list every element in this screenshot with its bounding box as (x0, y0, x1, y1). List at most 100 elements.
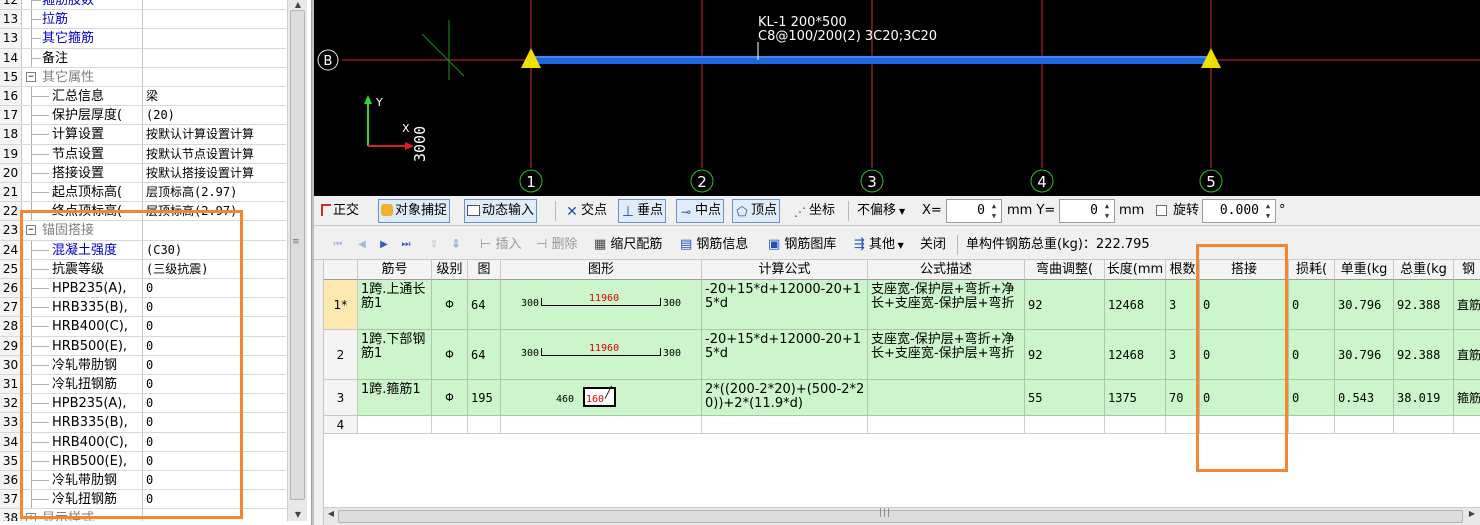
dynamic-input-button[interactable]: 动态输入 (464, 199, 538, 223)
property-row[interactable]: 34 HRB400(C), 0 (0, 432, 286, 452)
other-dropdown[interactable]: ⇶ 其他 ▼ (854, 235, 904, 255)
property-value[interactable]: 0 (143, 413, 286, 431)
column-header[interactable]: 筋号 (358, 260, 432, 280)
grid-horizontal-scrollbar[interactable]: ◀ ||| ▶ (324, 507, 1480, 525)
scale-rebar-button[interactable]: ▦ 缩尺配筋 (594, 235, 662, 255)
scroll-down-icon[interactable]: ▼ (288, 510, 308, 520)
loss-cell[interactable]: 0 (1289, 330, 1335, 380)
property-value[interactable]: 按默认节点设置计算 (143, 145, 286, 163)
coordinate-button[interactable]: ⋰ 坐标 (790, 199, 838, 223)
count-cell[interactable]: 70 (1166, 380, 1200, 416)
collapse-icon[interactable]: − (26, 71, 36, 82)
property-value[interactable]: 层顶标高(2.97) (143, 183, 286, 201)
property-row[interactable]: 31 冷轧扭钢筋 0 (0, 375, 286, 395)
rotate-input[interactable]: 0.000 ▲ ▼ (1202, 199, 1276, 223)
property-vertical-scrollbar[interactable]: ▲ ≡ ▼ (287, 0, 307, 521)
length-cell[interactable]: 12468 (1105, 280, 1166, 330)
count-cell[interactable]: 3 (1166, 330, 1200, 380)
x-input[interactable]: 0 ▲ ▼ (946, 199, 1002, 223)
loss-cell[interactable]: 0 (1289, 380, 1335, 416)
property-row[interactable]: 17 保护层厚度((20) (0, 106, 286, 126)
column-header[interactable]: 损耗( (1289, 260, 1335, 280)
empty-cell[interactable] (1105, 416, 1166, 434)
column-header[interactable]: 根数 (1166, 260, 1200, 280)
property-value[interactable]: 0 (143, 375, 286, 393)
property-value[interactable]: 0 (143, 394, 286, 412)
count-cell[interactable]: 3 (1166, 280, 1200, 330)
property-row[interactable]: 35 HRB500(E), 0 (0, 451, 286, 471)
property-value[interactable]: 层顶标高(2.97) (143, 202, 286, 220)
property-row[interactable]: 24 混凝土强度 (C30) (0, 240, 286, 260)
column-header[interactable]: 计算公式 (702, 260, 868, 280)
empty-cell[interactable] (432, 416, 468, 434)
expand-icon[interactable]: + (26, 513, 36, 521)
property-value[interactable]: 0 (143, 317, 286, 335)
empty-cell[interactable] (501, 416, 702, 434)
bend-adjust-cell[interactable]: 92 (1025, 330, 1105, 380)
bend-adjust-cell[interactable]: 55 (1025, 380, 1105, 416)
property-row[interactable]: 30 冷轧带肋钢 0 (0, 355, 286, 375)
property-row[interactable]: 15− 其它属性 (0, 67, 286, 87)
scroll-thumb[interactable] (290, 10, 305, 500)
formula-cell[interactable]: 2*((200-2*20)+(500-2*20))+2*(11.9*d) (702, 380, 868, 416)
next-record-icon[interactable]: ▶ (378, 239, 390, 251)
spin-icon[interactable]: ▲ ▼ (1101, 201, 1113, 221)
property-row[interactable]: 25 抗震等级 (三级抗震) (0, 259, 286, 279)
move-up-icon[interactable]: ⇧ (428, 239, 440, 251)
column-header[interactable]: 图 (468, 260, 501, 280)
rebar-library-button[interactable]: ▣ 钢筋图库 (768, 235, 836, 255)
rebar-name-cell[interactable]: 1跨.上通长筋1 (358, 280, 432, 330)
column-header[interactable]: 级别 (432, 260, 468, 280)
column-header[interactable]: 搭接 (1200, 260, 1289, 280)
grade-cell[interactable]: Φ (432, 280, 468, 330)
object-snap-button[interactable]: 对象捕捉 (378, 199, 451, 223)
rotate-checkbox[interactable] (1156, 205, 1167, 216)
empty-cell[interactable] (468, 416, 501, 434)
property-row[interactable]: 36 冷轧带肋钢 0 (0, 471, 286, 491)
loss-cell[interactable]: 0 (1289, 280, 1335, 330)
vertex-button[interactable]: ⬠ 顶点 (732, 199, 781, 223)
rebar-grid[interactable]: 筋号 级别图图形 计算公式 公式描述 弯曲调整(长度(mm 根数 搭接 损耗(单重(kg 总重(… (324, 260, 1480, 507)
total-weight-cell[interactable]: 38.019 (1394, 380, 1454, 416)
property-row[interactable]: 32 HPB235(A), 0 (0, 394, 286, 414)
unit-weight-cell[interactable]: 30.796 (1335, 330, 1394, 380)
property-row[interactable]: 22 终点顶标高(层顶标高(2.97) (0, 202, 286, 222)
column-header[interactable]: 总重(kg (1394, 260, 1454, 280)
empty-cell[interactable] (1394, 416, 1454, 434)
rebar-info-button[interactable]: ▤ 钢筋信息 (680, 235, 748, 255)
property-value[interactable] (143, 221, 286, 239)
grade-cell[interactable]: Φ (432, 330, 468, 380)
close-button[interactable]: 关闭 (920, 235, 946, 255)
empty-cell[interactable] (1454, 416, 1480, 434)
property-row[interactable]: 33 HRB335(B), 0 (0, 413, 286, 433)
property-row[interactable]: 27 HRB335(B), 0 (0, 298, 286, 318)
lap-cell[interactable]: 0 (1200, 330, 1289, 380)
lap-cell[interactable]: 0 (1200, 380, 1289, 416)
move-down-icon[interactable]: ⇩ (450, 239, 462, 251)
offset-dropdown[interactable]: 不偏移 ▼ (854, 199, 908, 223)
formula-cell[interactable]: -20+15*d+12000-20+15*d (702, 330, 868, 380)
row-header[interactable]: 2 (324, 330, 358, 380)
prev-record-icon[interactable]: ◀ (356, 239, 368, 251)
rebar-name-cell[interactable]: 1跨.箍筋1 (358, 380, 432, 416)
column-header[interactable]: 长度(mm (1105, 260, 1166, 280)
property-value[interactable] (143, 0, 286, 9)
intersection-button[interactable]: ✕ 交点 (562, 199, 610, 223)
formula-description-cell[interactable]: 支座宽-保护层+弯折+净长+支座宽-保护层+弯折 (868, 330, 1025, 380)
property-row[interactable]: 19 节点设置 按默认节点设置计算 (0, 144, 286, 164)
empty-cell[interactable] (702, 416, 868, 434)
property-row[interactable]: 37 冷轧扭钢筋 0 (0, 490, 286, 510)
row-header[interactable]: 4 (324, 416, 358, 434)
scroll-right-icon[interactable]: ▶ (1466, 509, 1478, 518)
bend-adjust-cell[interactable]: 92 (1025, 280, 1105, 330)
property-value[interactable]: 0 (143, 279, 286, 297)
empty-cell[interactable] (1025, 416, 1105, 434)
property-value[interactable]: 0 (143, 356, 286, 374)
property-row[interactable]: 13 其它箍筋 (0, 29, 286, 49)
empty-cell[interactable] (358, 416, 432, 434)
first-record-icon[interactable]: ⏮ (332, 239, 344, 251)
row-header[interactable]: 3 (324, 380, 358, 416)
property-value[interactable]: (C30) (143, 241, 286, 259)
empty-cell[interactable] (1166, 416, 1200, 434)
length-cell[interactable]: 1375 (1105, 380, 1166, 416)
